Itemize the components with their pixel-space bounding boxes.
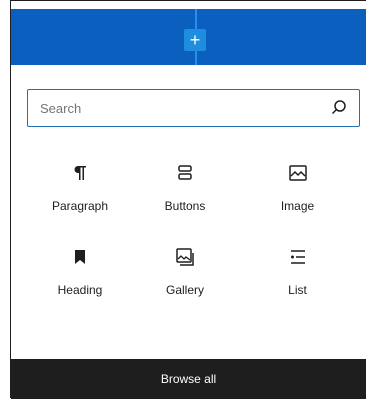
- block-label: Gallery: [165, 283, 204, 297]
- block-item-paragraph[interactable]: Paragraph: [35, 161, 125, 213]
- block-list: Paragraph Buttons Image Heading Gallery …: [35, 161, 350, 297]
- block-item-heading[interactable]: Heading: [35, 245, 125, 297]
- browse-all-button[interactable]: Browse all: [11, 359, 366, 399]
- block-item-buttons[interactable]: Buttons: [125, 161, 245, 213]
- search-icon[interactable]: [329, 98, 349, 118]
- gallery-icon: [173, 245, 197, 269]
- list-icon: [286, 245, 310, 269]
- block-label: Image: [280, 199, 315, 213]
- add-block-button[interactable]: +: [184, 29, 206, 51]
- search-input[interactable]: [28, 90, 329, 126]
- search-box: [27, 89, 360, 127]
- block-label: Heading: [57, 283, 103, 297]
- block-insertion-bar: +: [11, 9, 366, 65]
- block-inserter-panel: + Paragraph Buttons: [10, 0, 366, 399]
- block-label: Paragraph: [51, 199, 109, 213]
- heading-icon: [68, 245, 92, 269]
- buttons-icon: [173, 161, 197, 185]
- block-item-gallery[interactable]: Gallery: [125, 245, 245, 297]
- block-label: Buttons: [164, 199, 206, 213]
- block-item-image[interactable]: Image: [245, 161, 350, 213]
- block-item-list[interactable]: List: [245, 245, 350, 297]
- block-label: List: [288, 283, 307, 297]
- image-icon: [286, 161, 310, 185]
- paragraph-icon: [68, 161, 92, 185]
